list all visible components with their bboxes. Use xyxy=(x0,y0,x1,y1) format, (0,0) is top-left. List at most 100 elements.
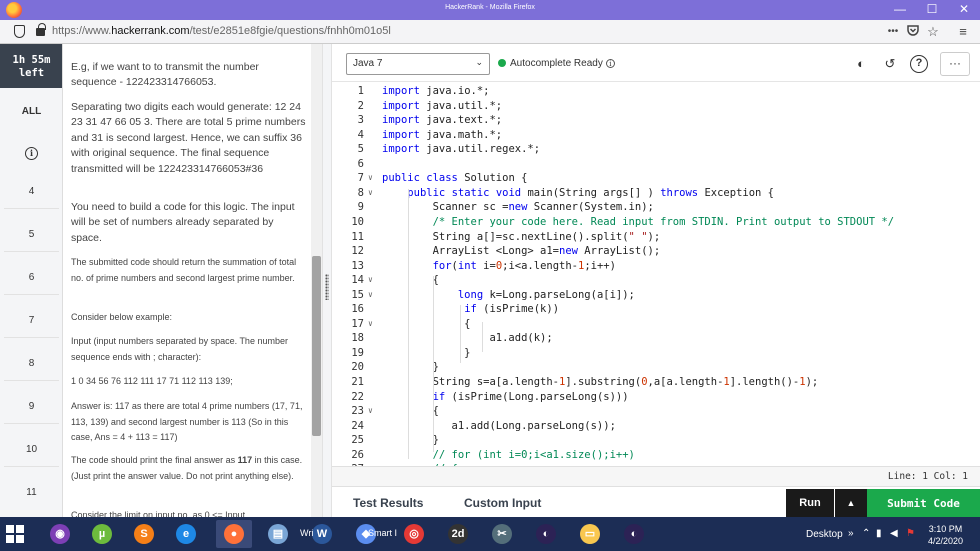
code-text[interactable]: // for (int i=0;i<a1.size();i++) xyxy=(382,448,635,463)
panel-resize-handle[interactable] xyxy=(322,44,332,517)
code-line[interactable]: 13 for(int i=0;i<a.length-1;i++) xyxy=(332,259,980,274)
code-text[interactable]: import java.util.*; xyxy=(382,99,502,114)
submit-code-button[interactable]: Submit Code xyxy=(867,489,980,518)
code-text[interactable]: import java.util.regex.*; xyxy=(382,142,540,157)
code-text[interactable]: { xyxy=(382,404,439,419)
fold-toggle-icon[interactable]: ∨ xyxy=(368,317,373,332)
code-line[interactable]: 15 ∨ long k=Long.parseLong(a[i]); xyxy=(332,288,980,303)
url-text[interactable]: https://www.hackerrank.com/test/e2851e8f… xyxy=(52,25,391,37)
tracking-shield-icon[interactable] xyxy=(14,25,25,38)
alert-flag-icon[interactable]: ⚑ xyxy=(906,528,915,539)
page-actions-button[interactable]: ••• xyxy=(884,23,902,41)
help-icon[interactable]: ? xyxy=(910,55,928,73)
pocket-icon[interactable] xyxy=(904,23,922,41)
lock-icon[interactable] xyxy=(36,23,46,36)
smartlock-task-label[interactable]: Smart I xyxy=(368,528,397,538)
code-line[interactable]: 18 a1.add(k); xyxy=(332,331,980,346)
code-line[interactable]: 4 import java.math.*; xyxy=(332,128,980,143)
eclipse-taskbar-button[interactable]: ◐ xyxy=(528,520,564,548)
code-text[interactable]: } xyxy=(382,346,470,361)
tab-custom-input[interactable]: Custom Input xyxy=(464,496,541,510)
code-line[interactable]: 25 } xyxy=(332,433,980,448)
code-text[interactable]: String a[]=sc.nextLine().split(" "); xyxy=(382,230,661,245)
fold-toggle-icon[interactable]: ∨ xyxy=(368,171,373,186)
code-text[interactable]: String s=a[a.length-1].substring(0,a[a.l… xyxy=(382,375,819,390)
scrollbar-thumb[interactable] xyxy=(312,256,321,436)
question-nav-item[interactable]: 8 xyxy=(0,358,62,369)
history-icon[interactable]: ↺ xyxy=(881,55,899,73)
run-code-button[interactable]: Run xyxy=(786,489,834,518)
code-text[interactable]: for(int i=0;i<a.length-1;i++) xyxy=(382,259,616,274)
sublime-taskbar-button[interactable]: S xyxy=(126,520,162,548)
code-text[interactable]: } xyxy=(382,433,439,448)
system-clock[interactable]: 3:10 PM 4/2/2020 xyxy=(928,523,963,547)
code-text[interactable]: import java.text.*; xyxy=(382,113,502,128)
code-text[interactable]: ArrayList <Long> a1=new ArrayList(); xyxy=(382,244,661,259)
hamburger-menu-icon[interactable]: ≡ xyxy=(954,23,972,41)
close-button[interactable]: ✕ xyxy=(948,0,980,20)
info-icon[interactable]: i xyxy=(605,59,615,68)
code-text[interactable]: Scanner sc =new Scanner(System.in); xyxy=(382,200,654,215)
drag-grip-icon[interactable] xyxy=(325,274,329,300)
eclipse2-taskbar-button[interactable]: ◐ xyxy=(616,520,652,548)
code-line[interactable]: 3 import java.text.*; xyxy=(332,113,980,128)
question-nav-item[interactable]: 5 xyxy=(0,229,62,240)
code-line[interactable]: 11 String a[]=sc.nextLine().split(" "); xyxy=(332,230,980,245)
question-nav-item[interactable]: 4 xyxy=(0,186,62,197)
code-line[interactable]: 26 // for (int i=0;i<a1.size();i++) xyxy=(332,448,980,463)
code-line[interactable]: 23 ∨ { xyxy=(332,404,980,419)
code-line[interactable]: 6 xyxy=(332,157,980,172)
code-text[interactable]: import java.math.*; xyxy=(382,128,502,143)
code-line[interactable]: 22 if (isPrime(Long.parseLong(s))) xyxy=(332,390,980,405)
question-nav-item[interactable]: 11 xyxy=(0,487,62,498)
ie-taskbar-button[interactable]: e xyxy=(168,520,204,548)
firefox-taskbar-button[interactable]: ● xyxy=(216,520,252,548)
folder-taskbar-button[interactable]: ▭ xyxy=(572,520,608,548)
code-text[interactable]: if (isPrime(Long.parseLong(s))) xyxy=(382,390,629,405)
code-line[interactable]: 8 ∨ public static void main(String args[]… xyxy=(332,186,980,201)
tray-overflow-icon[interactable]: ⌃ xyxy=(862,528,870,539)
chrome-taskbar-button[interactable]: ◎ xyxy=(396,520,432,548)
code-editor[interactable]: 1 import java.io.*; 2 import java.util.*; 3 i… xyxy=(332,82,980,466)
utorrent-taskbar-button[interactable]: µ xyxy=(84,520,120,548)
run-options-arrow-icon[interactable]: ▲ xyxy=(835,489,867,518)
code-text[interactable]: public class Solution { xyxy=(382,171,527,186)
question-nav-item[interactable]: 7 xyxy=(0,315,62,326)
code-text[interactable]: { xyxy=(382,273,439,288)
code-line[interactable]: 20 } xyxy=(332,360,980,375)
word-task-label[interactable]: Wri xyxy=(300,528,313,538)
theme-toggle-icon[interactable]: ◐ xyxy=(852,55,870,73)
desktop-toolbar-label[interactable]: Desktop xyxy=(806,529,843,540)
tor-taskbar-button[interactable]: ◉ xyxy=(42,520,78,548)
bookmark-star-icon[interactable]: ☆ xyxy=(924,23,942,41)
code-line[interactable]: 24 a1.add(Long.parseLong(s)); xyxy=(332,419,980,434)
code-text[interactable]: { xyxy=(382,317,470,332)
app-2d-taskbar-button[interactable]: 2d xyxy=(440,520,476,548)
code-text[interactable]: /* Enter your code here. Read input from… xyxy=(382,215,894,230)
code-text[interactable]: } xyxy=(382,360,439,375)
info-icon[interactable]: i xyxy=(25,147,38,160)
code-line[interactable]: 14 ∨ { xyxy=(332,273,980,288)
windows-start-icon[interactable] xyxy=(6,525,24,543)
code-line[interactable]: 19 } xyxy=(332,346,980,361)
code-line[interactable]: 12 ArrayList <Long> a1=new ArrayList(); xyxy=(332,244,980,259)
volume-icon[interactable]: ◀ xyxy=(890,528,898,539)
code-line[interactable]: 1 import java.io.*; xyxy=(332,84,980,99)
code-text[interactable]: a1.add(Long.parseLong(s)); xyxy=(382,419,616,434)
code-line[interactable]: 2 import java.util.*; xyxy=(332,99,980,114)
code-line[interactable]: 7 ∨ public class Solution { xyxy=(332,171,980,186)
fold-toggle-icon[interactable]: ∨ xyxy=(368,273,373,288)
question-nav-item[interactable]: 10 xyxy=(0,444,62,455)
question-nav-item[interactable]: 6 xyxy=(0,272,62,283)
code-line[interactable]: 5 import java.util.regex.*; xyxy=(332,142,980,157)
minimize-button[interactable]: — xyxy=(884,0,916,20)
code-line[interactable]: 9 Scanner sc =new Scanner(System.in); xyxy=(332,200,980,215)
nav-all-questions[interactable]: ALL xyxy=(0,106,62,117)
network-icon[interactable]: ▮ xyxy=(876,528,882,539)
address-bar[interactable]: https://www.hackerrank.com/test/e2851e8f… xyxy=(0,20,980,44)
code-line[interactable]: 17 ∨ { xyxy=(332,317,980,332)
files-taskbar-button[interactable]: ▤ xyxy=(260,520,296,548)
fold-toggle-icon[interactable]: ∨ xyxy=(368,186,373,201)
code-text[interactable]: public static void main(String args[] ) … xyxy=(382,186,774,201)
language-select[interactable]: Java 7 ⌄ xyxy=(346,53,490,75)
